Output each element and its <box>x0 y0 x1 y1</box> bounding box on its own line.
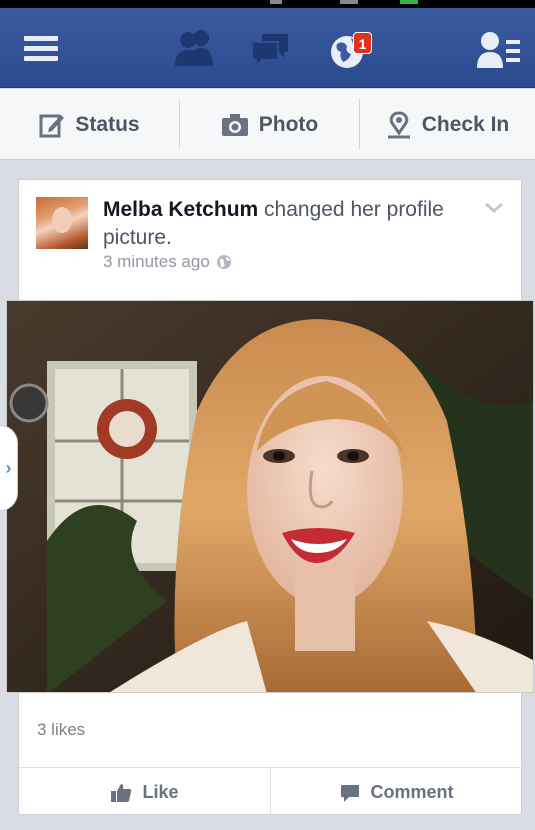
notification-badge: 1 <box>353 32 372 54</box>
chevron-right-icon: › <box>5 457 12 478</box>
profile-picture-photo[interactable] <box>6 300 534 693</box>
author-name[interactable]: Melba Ketchum <box>103 198 258 221</box>
signal-indicator <box>270 0 282 4</box>
like-button[interactable]: Like <box>19 768 270 817</box>
story-timestamp-row: 3 minutes ago <box>103 252 232 272</box>
comment-bubble-icon <box>341 784 360 802</box>
profile-list-icon[interactable] <box>476 30 522 70</box>
friend-requests-icon[interactable] <box>172 28 218 68</box>
thumbs-up-icon <box>111 783 132 802</box>
side-drawer-handle[interactable]: › <box>0 425 18 511</box>
photo-label: Photo <box>258 112 319 136</box>
check-in-button[interactable]: Check In <box>360 89 535 160</box>
network-indicator <box>340 0 358 4</box>
top-navigation-bar: 1 <box>0 8 535 88</box>
story-actions: Like Comment <box>19 767 523 817</box>
battery-indicator <box>400 0 418 4</box>
hamburger-menu-icon[interactable] <box>24 36 58 62</box>
photo-button[interactable]: Photo <box>180 89 359 160</box>
chevron-down-icon[interactable] <box>483 200 505 216</box>
comment-label: Comment <box>370 782 454 802</box>
status-label: Status <box>75 112 140 136</box>
story-headline: Melba Ketchum changed her profile pictur… <box>103 196 463 252</box>
edit-status-icon <box>39 114 65 137</box>
messages-icon[interactable] <box>250 32 290 70</box>
like-label: Like <box>142 782 179 802</box>
check-in-label: Check In <box>421 112 510 136</box>
avatar[interactable] <box>36 197 88 249</box>
composer-bar: Status Photo Check In <box>0 89 535 160</box>
profile-picture-image <box>7 301 533 692</box>
timestamp[interactable]: 3 minutes ago <box>103 252 210 272</box>
comment-button[interactable]: Comment <box>271 768 523 817</box>
globe-public-icon <box>216 255 231 269</box>
status-button[interactable]: Status <box>0 89 179 160</box>
camera-icon <box>221 113 248 136</box>
likes-count[interactable]: 3 likes <box>37 720 85 740</box>
location-pin-icon <box>387 110 410 138</box>
system-status-bar <box>0 0 535 8</box>
